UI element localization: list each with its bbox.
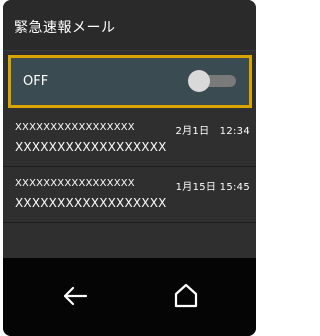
back-arrow-icon [63,286,88,306]
device-screen: 緊急速報メール OFF XXXXXXXXXXXXXXXXX 2月1日 12:34… [3,0,256,336]
off-toggle-switch[interactable] [188,70,238,92]
message-date: 2月1日 12:34 [175,126,250,137]
message-sender: XXXXXXXXXXXXXXXXX [15,122,135,133]
home-icon [174,283,198,308]
message-list: XXXXXXXXXXXXXXXXX 2月1日 12:34 XXXXXXXXXXX… [3,111,256,223]
list-item[interactable]: XXXXXXXXXXXXXXXXX 2月1日 12:34 XXXXXXXXXXX… [3,111,256,167]
home-button[interactable] [171,281,201,311]
app-header: 緊急速報メール [3,0,256,51]
navigation-bar [3,258,256,336]
message-sender: XXXXXXXXXXXXXXXXX [15,178,135,189]
message-date: 1月15日 15:45 [175,182,250,193]
back-button[interactable] [60,281,90,311]
message-subject: XXXXXXXXXXXXXXXXXX [15,196,167,210]
switch-knob [188,70,210,92]
page-title: 緊急速報メール [14,20,116,36]
toggle-label: OFF [23,74,49,89]
list-item[interactable]: XXXXXXXXXXXXXXXXX 1月15日 15:45 XXXXXXXXXX… [3,167,256,223]
message-subject: XXXXXXXXXXXXXXXXXX [15,140,167,154]
emergency-alert-toggle-row[interactable]: OFF [8,55,252,108]
